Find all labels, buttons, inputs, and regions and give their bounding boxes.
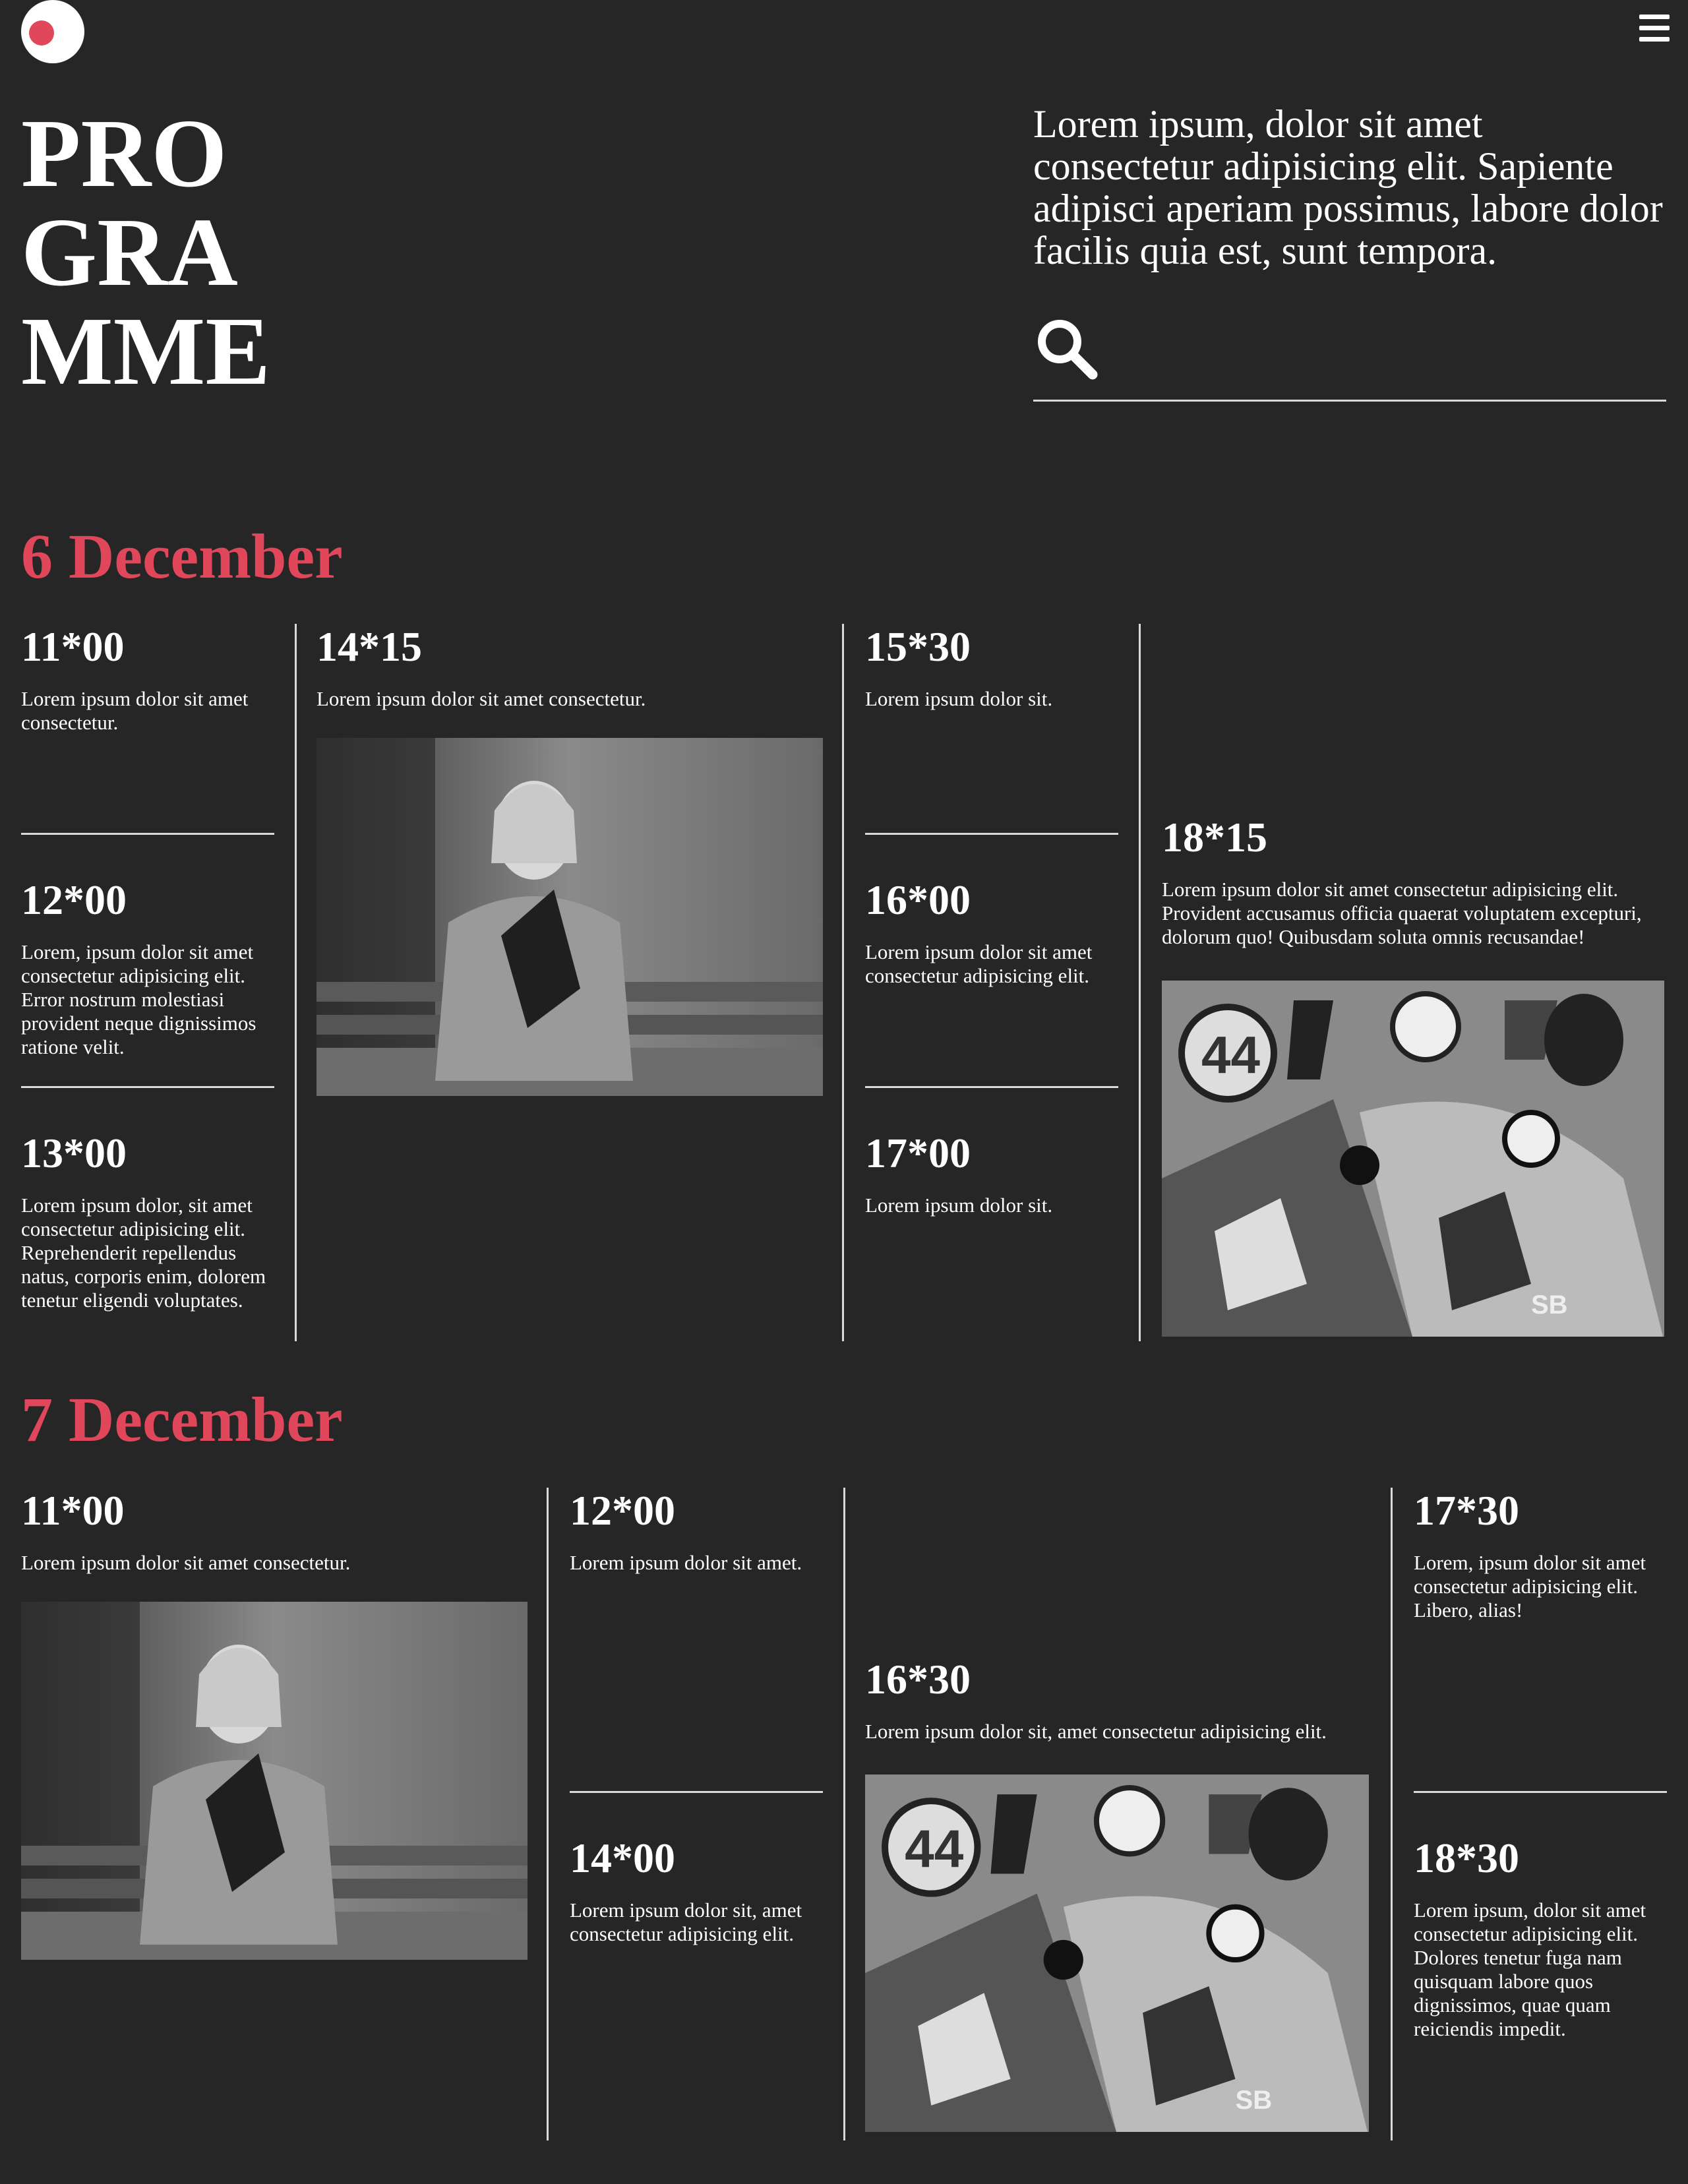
event-time: 15*30 (865, 623, 971, 670)
event-time: 12*00 (570, 1487, 675, 1534)
event-photo-girl-reading (21, 1602, 528, 1960)
event-description: Lorem ipsum dolor sit. (865, 687, 1053, 710)
intro-text: Lorem ipsum, dolor sit amet consectetur … (1033, 102, 1663, 272)
event-description: Lorem, ipsum dolor sit amet consectetur … (1414, 1551, 1646, 1622)
event-description: Lorem ipsum dolor, sit amet consectetur … (21, 1194, 266, 1312)
event-time: 14*00 (570, 1835, 675, 1881)
hamburger-menu-icon[interactable] (1639, 15, 1670, 42)
event-description: Lorem ipsum dolor sit, amet consectetur … (570, 1898, 802, 1945)
event-time: 11*00 (21, 1487, 125, 1534)
column-divider (843, 1488, 845, 2140)
event-photo-graffiti: 44 SB (865, 1774, 1369, 2132)
page-title-line: MME (21, 297, 271, 406)
day-title: 7 December (21, 1384, 343, 1455)
svg-text:SB: SB (1235, 2085, 1272, 2115)
event-description: Lorem ipsum dolor sit amet consectetur. (21, 687, 249, 734)
day-title: 6 December (21, 521, 343, 592)
event-description: Lorem ipsum dolor sit amet consectetur. (316, 687, 646, 710)
event-divider (1414, 1791, 1667, 1793)
svg-text:44: 44 (1201, 1025, 1260, 1084)
event-card[interactable]: 16*30 Lorem ipsum dolor sit, amet consec… (865, 1656, 1373, 1744)
svg-text:44: 44 (905, 1819, 964, 1879)
event-time: 12*00 (21, 876, 127, 923)
event-divider (21, 833, 274, 835)
event-divider (570, 1791, 823, 1793)
event-description: Lorem, ipsum dolor sit amet consectetur … (21, 940, 256, 1058)
event-time: 16*30 (865, 1656, 971, 1703)
column-divider (295, 624, 297, 1341)
event-card[interactable]: 11*00 Lorem ipsum dolor sit amet consect… (21, 624, 278, 735)
event-description: Lorem ipsum dolor sit amet consectetur. (21, 1551, 351, 1574)
event-card[interactable]: 12*00 Lorem, ipsum dolor sit amet consec… (21, 877, 278, 1059)
event-time: 11*00 (21, 623, 125, 670)
event-card[interactable]: 14*15 Lorem ipsum dolor sit amet consect… (316, 624, 824, 711)
event-description: Lorem ipsum, dolor sit amet consectetur … (1414, 1898, 1646, 2040)
event-time: 14*15 (316, 623, 422, 670)
event-card[interactable]: 14*00 Lorem ipsum dolor sit, amet consec… (570, 1835, 827, 1946)
event-time: 17*00 (865, 1130, 971, 1176)
event-description: Lorem ipsum dolor sit amet consectetur a… (865, 940, 1093, 987)
column-divider (842, 624, 844, 1341)
logo-dot (29, 20, 54, 46)
event-time: 17*30 (1414, 1487, 1519, 1534)
event-photo-graffiti: 44 SB (1162, 981, 1664, 1337)
event-card[interactable]: 18*30 Lorem ipsum, dolor sit amet consec… (1414, 1835, 1671, 2041)
column-divider (547, 1488, 549, 2140)
event-time: 18*15 (1162, 814, 1267, 861)
event-card[interactable]: 17*00 Lorem ipsum dolor sit. (865, 1130, 1122, 1217)
search-input[interactable] (1121, 323, 1666, 376)
event-description: Lorem ipsum dolor sit amet. (570, 1551, 802, 1574)
event-card[interactable]: 18*15 Lorem ipsum dolor sit amet consect… (1162, 814, 1670, 949)
column-divider (1391, 1488, 1393, 2140)
event-description: Lorem ipsum dolor sit. (865, 1194, 1053, 1217)
event-card[interactable]: 12*00 Lorem ipsum dolor sit amet. (570, 1488, 827, 1575)
page-title-line: GRA (21, 198, 238, 307)
event-divider (21, 1086, 274, 1088)
event-card[interactable]: 16*00 Lorem ipsum dolor sit amet consect… (865, 877, 1122, 988)
event-description: Lorem ipsum dolor sit, amet consectetur … (865, 1720, 1327, 1743)
event-divider (865, 1086, 1118, 1088)
event-card[interactable]: 11*00 Lorem ipsum dolor sit amet consect… (21, 1488, 529, 1575)
search-icon[interactable] (1033, 315, 1099, 381)
svg-text:SB: SB (1531, 1290, 1568, 1320)
event-card[interactable]: 17*30 Lorem, ipsum dolor sit amet consec… (1414, 1488, 1671, 1622)
page-title-line: PRO (21, 100, 227, 208)
search-underline (1033, 400, 1666, 402)
column-divider (1139, 624, 1141, 1341)
event-time: 13*00 (21, 1130, 127, 1176)
event-time: 16*00 (865, 876, 971, 923)
page-title: PRO GRA MME (21, 104, 270, 401)
event-description: Lorem ipsum dolor sit amet consectetur a… (1162, 878, 1642, 948)
event-time: 18*30 (1414, 1835, 1519, 1881)
event-photo-girl-reading (316, 738, 823, 1096)
event-card[interactable]: 15*30 Lorem ipsum dolor sit. (865, 624, 1122, 711)
event-divider (865, 833, 1118, 835)
event-card[interactable]: 13*00 Lorem ipsum dolor, sit amet consec… (21, 1130, 278, 1312)
